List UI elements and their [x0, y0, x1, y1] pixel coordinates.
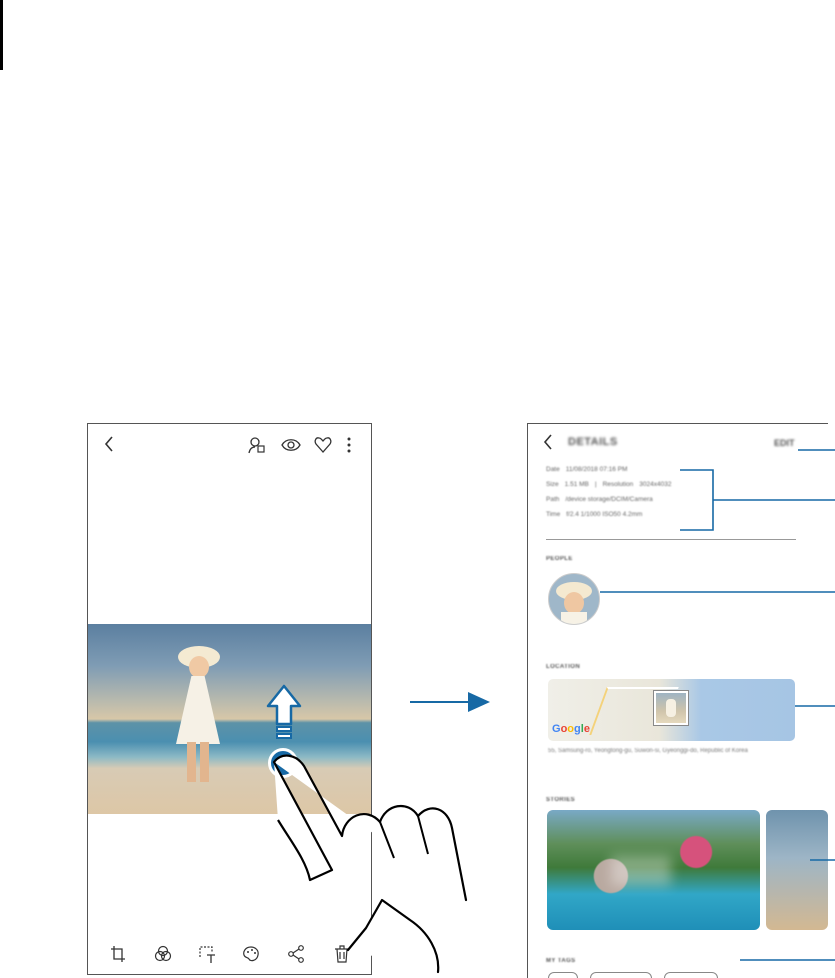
swipe-up-arrow-icon	[266, 684, 302, 739]
info-row-time: Time f/2.4 1/1000 ISO50 4.2mm	[546, 511, 643, 518]
back-arrow-icon[interactable]	[102, 434, 116, 454]
style-palette-icon[interactable]	[242, 944, 260, 964]
details-info-list: Date 11/08/2018 07:16 PM Size 1.51 MB | Reso…	[546, 466, 716, 526]
page-title: DETAILS	[568, 436, 618, 448]
info-row-size: Size 1.51 MB | Resolution 3024x4032	[546, 481, 672, 488]
back-arrow-icon[interactable]	[542, 433, 554, 451]
location-address: 55, Samsung-ro, Yeongtong-gu, Suwon-si, …	[548, 748, 748, 754]
page-margin-marker	[0, 0, 3, 70]
story-thumbnail[interactable]	[547, 810, 760, 930]
location-section-label: LOCATION	[546, 664, 581, 670]
story-thumbnail[interactable]	[766, 810, 828, 930]
transition-arrow-icon	[410, 692, 490, 712]
tag-chip[interactable]	[664, 972, 718, 978]
location-map[interactable]: Google	[548, 679, 795, 741]
bixby-vision-icon[interactable]	[281, 436, 301, 454]
tag-chip[interactable]	[548, 972, 578, 978]
google-map-logo: Google	[552, 723, 590, 735]
my-tags-section-label: MY TAGS	[546, 958, 576, 964]
info-row-date: Date 11/08/2018 07:16 PM	[546, 466, 628, 473]
text-sticker-icon[interactable]	[198, 944, 216, 964]
photo-subject-legs	[187, 742, 209, 782]
swipe-hand-illustration	[272, 754, 468, 974]
faces-tag-icon[interactable]	[248, 436, 266, 454]
map-photo-thumbnail	[653, 690, 689, 726]
person-avatar[interactable]	[548, 573, 600, 625]
heart-icon[interactable]	[314, 436, 332, 454]
people-section-label: PEOPLE	[546, 556, 573, 562]
viewer-top-bar	[88, 424, 371, 464]
photo-subject-head	[189, 656, 209, 678]
tag-chip[interactable]	[590, 972, 652, 978]
details-screen: DETAILS EDIT Date 11/08/2018 07:16 PM Siz…	[527, 423, 828, 978]
stories-section-label: STORIES	[546, 797, 576, 803]
avatar-face	[564, 592, 584, 614]
avatar-body	[561, 612, 587, 624]
more-options-icon[interactable]	[344, 435, 354, 455]
filter-icon[interactable]	[154, 944, 172, 964]
info-row-path: Path/device storage/DCIM/Camera	[546, 496, 653, 503]
info-divider	[546, 539, 796, 540]
crop-icon[interactable]	[109, 944, 127, 964]
edit-button[interactable]: EDIT	[774, 438, 795, 448]
details-header: DETAILS EDIT	[528, 424, 828, 460]
photo-subject-dress	[176, 676, 220, 744]
